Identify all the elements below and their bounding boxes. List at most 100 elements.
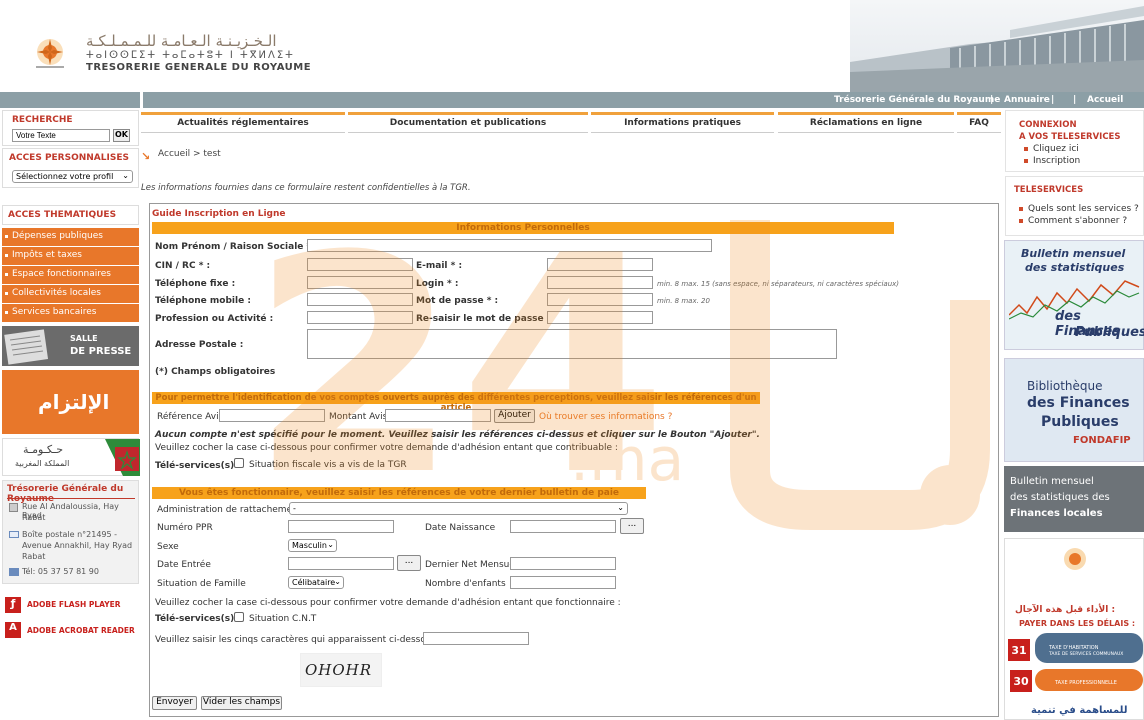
name-label: Nom Prénom / Raison Sociale * :	[155, 242, 318, 252]
sex-select[interactable]: Masculin ⌄	[288, 539, 337, 552]
flash-player-icon[interactable]: ƒ	[5, 597, 21, 613]
calendar-30-icon: 30	[1010, 670, 1032, 692]
sidebar-item-impots[interactable]: Impôts et taxes	[2, 247, 139, 265]
library-banner[interactable]: Bibliothèque des Finances Publiques FOND…	[1004, 358, 1144, 462]
address-label: Adresse Postale :	[155, 340, 244, 350]
chevron-down-icon: ⌄	[122, 171, 129, 180]
tab-faq[interactable]: FAQ	[957, 112, 1001, 132]
press-room-banner[interactable]: SALLE DE PRESSE	[2, 326, 139, 366]
captcha-field[interactable]	[423, 632, 529, 645]
breadcrumb[interactable]: Accueil > test	[158, 149, 221, 159]
birth-date-field[interactable]	[510, 520, 616, 533]
montant-avis-field[interactable]	[385, 409, 491, 422]
breadcrumb-arrow-icon: ↘	[141, 150, 151, 163]
email-label: E-mail * :	[416, 261, 463, 271]
acrobat-reader-icon[interactable]: A	[5, 622, 21, 638]
phone-fixed-label: Téléphone fixe :	[155, 279, 236, 289]
profession-label: Profession ou Activité :	[155, 314, 274, 324]
phone-mobile-field[interactable]	[307, 293, 413, 306]
tab-actualites[interactable]: Actualités réglementaires	[141, 112, 345, 132]
password-field[interactable]	[547, 293, 653, 306]
professional-tax-pill: TAXE PROFESSIONNELLE	[1035, 669, 1143, 691]
building-banner-image	[850, 0, 1144, 92]
captcha-image: OHOHR	[300, 653, 382, 687]
services-tax-label: TAXE DE SERVICES COMMUNAUX	[1049, 652, 1124, 657]
last-net-field[interactable]	[510, 557, 616, 570]
topbar-link-annuaire[interactable]: Annuaire	[1004, 95, 1050, 105]
flash-player-link[interactable]: ADOBE FLASH PLAYER	[27, 600, 121, 609]
confirm-taxpayer-text: Veuillez cocher la case ci-dessous pour …	[155, 443, 618, 453]
section-civil-servant: Vous êtes fonctionnaire, veuillez saisir…	[152, 487, 646, 499]
profession-field[interactable]	[307, 311, 413, 324]
public-finance-bulletin-banner[interactable]: Bulletin mensuel des statistiques des Fi…	[1004, 240, 1144, 350]
ref-avis-field[interactable]	[219, 409, 325, 422]
profile-select[interactable]: Sélectionnez votre profil ⌄	[12, 170, 133, 183]
contribution-arabic: للمساهمة في تنمية	[1031, 705, 1128, 716]
add-button[interactable]: Ajouter	[494, 409, 535, 423]
ppr-label: Numéro PPR	[157, 523, 213, 533]
acrobat-reader-link[interactable]: ADOBE ACROBAT READER	[27, 626, 135, 635]
personal-access-box: ACCES PERSONNALISES Sélectionnez votre p…	[2, 148, 139, 188]
cnt-situation-checkbox[interactable]	[234, 612, 244, 622]
tax-deadline-banner[interactable]: الأداء قبل هذه الآجال : PAYER DANS LES D…	[1004, 538, 1144, 720]
login-field[interactable]	[547, 276, 653, 289]
contact-box: Trésorerie Générale du Royaume Rue Al An…	[2, 480, 139, 584]
signup-link[interactable]: Inscription	[1023, 156, 1080, 166]
confirm-password-field[interactable]	[547, 311, 653, 324]
login-label: Login * :	[416, 279, 459, 289]
administration-select[interactable]: - ⌄	[289, 502, 628, 515]
email-field[interactable]	[547, 258, 653, 271]
teleservices-box: TELESERVICES Quels sont les services ? C…	[1005, 176, 1144, 236]
name-field[interactable]	[307, 239, 712, 252]
tgr-logo-icon[interactable]	[30, 36, 70, 72]
sidebar-item-depenses[interactable]: Dépenses publiques	[2, 228, 139, 246]
birth-date-picker-button[interactable]: ...	[620, 518, 644, 534]
sidebar-item-fonctionnaires[interactable]: Espace fonctionnaires	[2, 266, 139, 284]
iltizam-label: الإلتزام	[38, 390, 110, 414]
sex-select-value: Masculin	[292, 541, 327, 550]
required-note: (*) Champs obligatoires	[155, 367, 276, 377]
local-finance-bulletin-banner[interactable]: Bulletin mensuel des statistiques des Fi…	[1004, 466, 1144, 532]
library-title-2: des Finances	[1027, 395, 1130, 411]
search-input[interactable]	[12, 129, 110, 142]
cin-field[interactable]	[307, 258, 413, 271]
captcha-label: Veuillez saisir les cinqs caractères qui…	[155, 635, 450, 645]
topbar-separator: |	[990, 95, 994, 105]
services-link[interactable]: Quels sont les services ?	[1019, 204, 1139, 214]
tab-documentation[interactable]: Documentation et publications	[348, 112, 588, 132]
contact-divider	[7, 498, 135, 499]
entry-date-picker-button[interactable]: ...	[397, 555, 421, 571]
topbar-link-accueil[interactable]: Accueil	[1087, 95, 1123, 105]
topbar-link-tgr[interactable]: Trésorerie Générale du Royaume	[834, 95, 1000, 105]
teleservices-label: Télé-services(s)	[155, 461, 235, 471]
chevron-down-icon: ⌄	[617, 503, 624, 512]
government-banner[interactable]: حـكـومـة المملكة المغربية	[2, 438, 140, 476]
housing-tax-pill: TAXE D'HABITATION TAXE DE SERVICES COMMU…	[1035, 633, 1143, 663]
ppr-field[interactable]	[288, 520, 394, 533]
bulletin-title-1: Bulletin mensuel	[1021, 247, 1126, 260]
tab-informations[interactable]: Informations pratiques	[591, 112, 774, 132]
entry-date-field[interactable]	[288, 557, 394, 570]
logo-arabic: الـخـزيـنـة الـعـامـة للـمـمـلـكـة	[86, 32, 277, 50]
po-box-line-3: Rabat	[22, 552, 46, 561]
tax-situation-checkbox[interactable]	[234, 458, 244, 468]
address-textarea[interactable]	[307, 329, 837, 359]
search-ok-button[interactable]: OK	[113, 129, 130, 142]
children-field[interactable]	[510, 576, 616, 589]
chevron-down-icon: ⌄	[327, 540, 334, 549]
family-status-select[interactable]: Célibataire ⌄	[288, 576, 344, 589]
submit-button[interactable]: Envoyer	[152, 696, 197, 710]
phone-fixed-field[interactable]	[307, 276, 413, 289]
where-info-link[interactable]: Où trouver ses informations ?	[539, 412, 672, 422]
tab-reclamations[interactable]: Réclamations en ligne	[778, 112, 954, 132]
site-header: الـخـزيـنـة الـعـامـة للـمـمـلـكـة ⵜⴰⵏⵙⵙ…	[0, 0, 1144, 92]
location-icon	[9, 503, 18, 512]
subscribe-link[interactable]: Comment s'abonner ?	[1018, 216, 1127, 226]
calendar-31-icon: 31	[1008, 639, 1030, 661]
clear-button[interactable]: Vider les champs	[201, 696, 282, 710]
login-link[interactable]: Cliquez ici	[1024, 144, 1079, 154]
iltizam-banner[interactable]: الإلتزام	[2, 370, 139, 434]
sidebar-item-bancaires[interactable]: Services bancaires	[2, 304, 139, 322]
sidebar-item-collectivites[interactable]: Collectivités locales	[2, 285, 139, 303]
phone-mobile-label: Téléphone mobile :	[155, 296, 251, 306]
